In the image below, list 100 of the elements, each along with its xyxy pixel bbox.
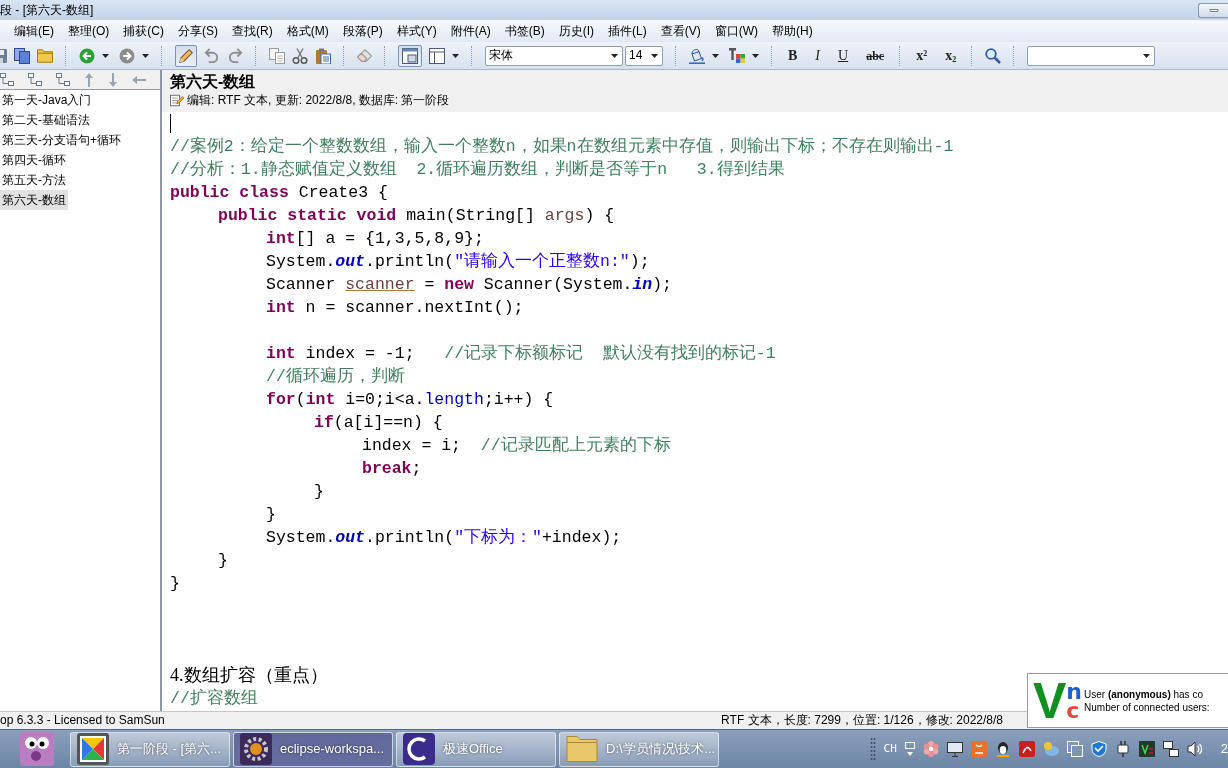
plug-icon[interactable]	[1114, 741, 1131, 757]
status-text: RTF 文本，长度: 7299，位置: 1/126，修改: 2022/8/8	[721, 713, 1003, 728]
code-line: }	[170, 573, 180, 595]
menu-item[interactable]: 帮助(H)	[765, 22, 820, 40]
strikethrough-button[interactable]: abc	[863, 46, 888, 65]
undo-icon[interactable]	[204, 47, 220, 64]
menu-item[interactable]: 附件(A)	[443, 22, 498, 40]
clipboard-icon[interactable]	[315, 47, 331, 64]
font-select[interactable]: 宋体	[485, 45, 623, 66]
menu-item[interactable]: 捕获(C)	[116, 22, 171, 40]
menu-item[interactable]: 格式(M)	[279, 22, 336, 40]
tree-node-icon[interactable]	[28, 73, 42, 86]
menu-item[interactable]: 分享(S)	[171, 22, 225, 40]
search-icon[interactable]	[985, 47, 1002, 64]
logo-letter: n	[1066, 681, 1083, 701]
font-size-select[interactable]: 14	[625, 45, 663, 66]
small-window-icon[interactable]	[904, 742, 915, 756]
caret-icon[interactable]	[712, 53, 719, 58]
code-line: if(a[i]==n) {	[314, 412, 443, 434]
scissors-icon[interactable]	[292, 47, 308, 64]
caret-icon[interactable]	[611, 53, 618, 58]
pages-icon[interactable]	[14, 47, 30, 64]
italic-button[interactable]: I	[812, 46, 823, 65]
screens-icon[interactable]	[1162, 741, 1179, 757]
code-line: }	[314, 481, 324, 503]
note-title: 第六天-数组	[170, 72, 256, 92]
menu-item[interactable]: 查看(V)	[653, 22, 708, 40]
minimize-icon[interactable]	[1208, 8, 1219, 12]
code-line: int n = scanner.nextInt();	[266, 297, 524, 319]
monitor-icon[interactable]	[946, 741, 963, 757]
code-line: }	[218, 550, 228, 572]
menu-item[interactable]: 段落(P)	[335, 22, 390, 40]
heading-text: 4.数组扩容（重点）	[170, 664, 328, 687]
paint-bucket-icon[interactable]	[689, 47, 705, 64]
menu-item[interactable]: 样式(Y)	[389, 22, 444, 40]
code-line: }	[266, 504, 276, 526]
tree-item[interactable]: 第二天-基础语法	[0, 110, 92, 130]
underline-button[interactable]: U	[835, 46, 852, 65]
code-line: int[] a = {1,3,5,8,9};	[266, 228, 484, 250]
bold-button[interactable]: B	[785, 46, 801, 65]
code-line: //案例2：给定一个整数数组，输入一个整数n，如果n在数组元素中存值，则输出下标；不存在则输出-1	[170, 135, 954, 158]
menu-item[interactable]: 整理(O)	[61, 22, 117, 40]
caret-icon[interactable]	[142, 53, 149, 58]
logo-letter: c	[1066, 700, 1080, 720]
shield-icon[interactable]	[1090, 741, 1107, 757]
code-line: //循环遍历，判断	[266, 365, 405, 388]
flower-icon[interactable]	[922, 741, 939, 757]
redo-icon[interactable]	[227, 47, 243, 64]
ring-icon[interactable]	[403, 733, 435, 765]
copy-icon[interactable]	[269, 47, 285, 64]
code-line: index = i; //记录匹配上元素的下标	[362, 435, 671, 457]
grip-icon[interactable]	[869, 737, 876, 761]
tree-node-icon[interactable]	[56, 73, 70, 86]
code-line: public class Create3 {	[170, 182, 388, 204]
tile-icon[interactable]	[1138, 741, 1155, 757]
menu-item[interactable]: 插件(L)	[601, 22, 654, 40]
code-line: //分析：1.静态赋值定义数组 2.循环遍历数组，判断是否等于n 3.得到结果	[170, 158, 785, 181]
swatch-grid-icon[interactable]	[729, 48, 745, 63]
caret-icon[interactable]	[752, 53, 759, 58]
speaker-icon[interactable]	[1186, 741, 1203, 757]
caret-icon[interactable]	[452, 53, 459, 58]
tree-item[interactable]: 第一天-Java入门	[0, 90, 94, 110]
superscript-button[interactable]: x$^{2}$	[913, 46, 931, 65]
app-tile-icon[interactable]	[970, 741, 987, 757]
menu-item[interactable]: 历史(I)	[551, 22, 601, 40]
code-line: public static void main(String[] args) {	[218, 205, 615, 227]
tree-node-icon[interactable]	[0, 73, 14, 86]
tree-item[interactable]: 第五天-方法	[0, 170, 68, 190]
code-line: System.out.println("请输入一个正整数n:");	[266, 251, 650, 273]
menu-item[interactable]: 查找(R)	[225, 22, 280, 40]
window-title: 段 - [第六天-数组]	[0, 2, 94, 18]
triangles-icon[interactable]	[77, 733, 109, 765]
menu-item[interactable]: 窗口(W)	[707, 22, 765, 40]
penguin-icon[interactable]	[994, 741, 1011, 757]
menu-item[interactable]: 编辑(E)	[7, 22, 61, 40]
curve-tile-icon[interactable]	[1018, 741, 1035, 757]
code-line: //扩容数组	[170, 687, 258, 710]
cartoon-icon[interactable]	[20, 732, 54, 766]
notepad-icon	[170, 94, 184, 107]
code-line: Scanner scanner = new Scanner(System.in);	[266, 274, 673, 296]
code-line: for(int i=0;i<a.length;i++) {	[266, 389, 554, 411]
code-line: System.out.println("下标为："+index);	[266, 527, 622, 549]
caret-icon[interactable]	[651, 53, 658, 58]
text-cursor	[170, 114, 171, 134]
folder-icon[interactable]	[37, 48, 53, 63]
code-line: int index = -1; //记录下标额标记 默认没有找到的标记-1	[266, 343, 776, 365]
minimize-button[interactable]	[1198, 2, 1228, 18]
caret-icon[interactable]	[102, 53, 109, 58]
caret-icon[interactable]	[1143, 53, 1151, 58]
tree-item[interactable]: 第六天-数组	[0, 190, 68, 210]
gear-icon[interactable]	[240, 733, 272, 765]
tree-item[interactable]: 第三天-分支语句+循环	[0, 130, 123, 150]
menu-item[interactable]: 书签(B)	[497, 22, 552, 40]
tree-item[interactable]: 第四天-循环	[0, 150, 68, 170]
subscript-button[interactable]: x$_{2}$	[942, 46, 960, 65]
notification-text: Number of connected users:	[1084, 700, 1210, 714]
panel-layout-icon[interactable]	[429, 47, 445, 64]
squares-icon[interactable]	[1066, 741, 1083, 757]
taskbar-button[interactable]: eclipse-workspa...	[233, 731, 393, 767]
status-text: op 6.3.3 - Licensed to SamSun	[0, 713, 165, 728]
